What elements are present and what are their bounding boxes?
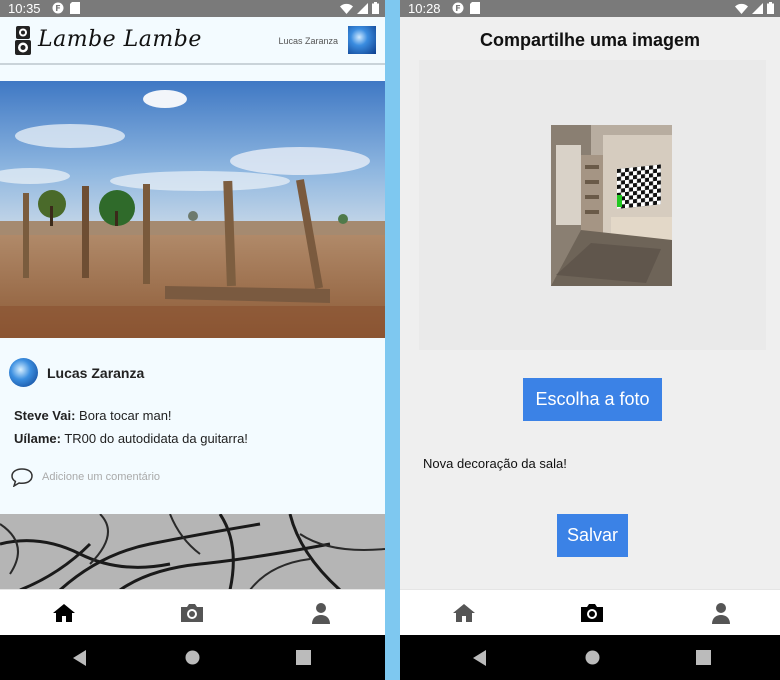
add-comment-placeholder: Adicione um comentário xyxy=(42,471,161,483)
comment-bubble-icon xyxy=(11,468,33,487)
battery-icon xyxy=(767,2,774,14)
avatar xyxy=(9,358,38,387)
signal-icon xyxy=(357,2,368,14)
comment-user: Steve Vai: xyxy=(14,408,76,423)
save-button[interactable]: Salvar xyxy=(557,514,628,557)
user-icon[interactable] xyxy=(307,599,335,627)
caption-input[interactable]: Nova decoração da sala! xyxy=(423,456,567,471)
status-time: 10:35 xyxy=(8,1,41,16)
wifi-icon xyxy=(340,3,353,14)
post-author[interactable]: Lucas Zaranza xyxy=(9,358,144,387)
home-nav-icon[interactable] xyxy=(585,650,600,665)
android-nav-bar xyxy=(400,635,780,680)
tab-bar xyxy=(400,589,780,635)
comment-item: Uílame: TR00 do autodidata da guitarra! xyxy=(14,431,248,446)
app-header: Lambe Lambe Lucas Zaranza xyxy=(0,17,385,65)
recents-icon[interactable] xyxy=(296,650,311,665)
comment-item: Steve Vai: Bora tocar man! xyxy=(14,408,172,423)
comment-text: TR00 do autodidata da guitarra! xyxy=(60,431,248,446)
share-screen: 10:28 F Compartilhe uma imagem Escolha a… xyxy=(400,0,780,680)
back-icon[interactable] xyxy=(473,650,487,666)
camera-icon[interactable] xyxy=(178,599,206,627)
home-icon[interactable] xyxy=(50,599,78,627)
choose-photo-button[interactable]: Escolha a foto xyxy=(523,378,662,421)
author-name: Lucas Zaranza xyxy=(47,364,145,381)
header-user-name: Lucas Zaranza xyxy=(278,36,338,46)
post-image xyxy=(0,514,385,590)
svg-text:F: F xyxy=(55,4,60,13)
comment-text: Bora tocar man! xyxy=(75,408,172,423)
tab-bar xyxy=(0,589,385,635)
comment-user: Uílame: xyxy=(14,431,61,446)
feed-screen: 10:35 F Lambe Lambe Lucas Zaranza Lucas … xyxy=(0,0,385,680)
camera-icon[interactable] xyxy=(578,599,606,627)
sd-card-icon xyxy=(470,2,480,14)
camera-logo-icon xyxy=(15,26,31,55)
home-nav-icon[interactable] xyxy=(185,650,200,665)
signal-icon xyxy=(752,2,763,14)
post-image xyxy=(0,81,385,338)
svg-text:F: F xyxy=(455,4,460,13)
recents-icon[interactable] xyxy=(696,650,711,665)
status-time: 10:28 xyxy=(408,1,441,16)
app-logo-text: Lambe Lambe xyxy=(38,27,202,52)
home-icon[interactable] xyxy=(450,599,478,627)
user-icon[interactable] xyxy=(707,599,735,627)
wifi-icon xyxy=(735,3,748,14)
notification-icon: F xyxy=(452,2,464,14)
sd-card-icon xyxy=(70,2,80,14)
page-title: Compartilhe uma imagem xyxy=(479,30,701,50)
image-preview xyxy=(551,125,672,286)
battery-icon xyxy=(372,2,379,14)
android-nav-bar xyxy=(0,635,385,680)
status-bar: 10:35 F xyxy=(0,0,385,17)
status-bar: 10:28 F xyxy=(400,0,780,17)
notification-icon: F xyxy=(52,2,64,14)
add-comment-field[interactable]: Adicione um comentário xyxy=(10,467,160,487)
header-avatar[interactable] xyxy=(348,26,376,54)
back-icon[interactable] xyxy=(73,650,87,666)
